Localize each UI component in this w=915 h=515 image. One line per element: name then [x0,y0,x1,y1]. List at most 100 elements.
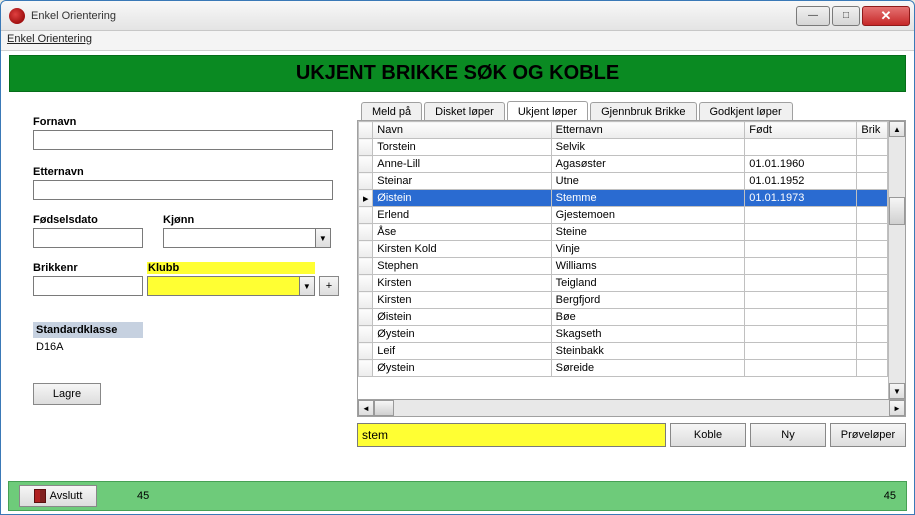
etternavn-input[interactable] [33,180,333,200]
cell-brik[interactable] [857,326,888,343]
cell-navn[interactable]: Erlend [373,207,551,224]
cell-etternavn[interactable]: Teigland [551,275,745,292]
cell-fodt[interactable] [745,326,857,343]
scroll-up-icon[interactable]: ▲ [889,121,905,137]
vertical-scrollbar[interactable]: ▲ ▼ [888,121,905,399]
cell-brik[interactable] [857,309,888,326]
cell-navn[interactable]: Leif [373,343,551,360]
horizontal-scrollbar[interactable]: ◄ ► [357,400,906,417]
cell-brik[interactable] [857,292,888,309]
cell-fodt[interactable]: 01.01.1952 [745,173,857,190]
search-input[interactable] [357,423,666,447]
cell-navn[interactable]: Stephen [373,258,551,275]
avslutt-button[interactable]: Avslutt [19,485,97,507]
tab-disket-loper[interactable]: Disket løper [424,102,505,120]
chevron-down-icon[interactable]: ▼ [299,276,315,296]
minimize-button[interactable]: — [796,6,830,26]
klubb-input[interactable] [147,276,299,296]
cell-etternavn[interactable]: Skagseth [551,326,745,343]
cell-brik[interactable] [857,139,888,156]
cell-etternavn[interactable]: Stemme [551,190,745,207]
cell-etternavn[interactable]: Selvik [551,139,745,156]
scroll-down-icon[interactable]: ▼ [889,383,905,399]
koble-button[interactable]: Koble [670,423,746,447]
cell-brik[interactable] [857,224,888,241]
cell-fodt[interactable] [745,360,857,377]
vscroll-thumb[interactable] [889,197,905,225]
proveloper-button[interactable]: Prøveløper [830,423,906,447]
table-row[interactable]: Anne-LillAgasøster01.01.1960 [359,156,888,173]
cell-navn[interactable]: Anne-Lill [373,156,551,173]
cell-fodt[interactable]: 01.01.1960 [745,156,857,173]
data-grid[interactable]: Navn Etternavn Født Brik TorsteinSelvikA… [358,121,888,399]
cell-fodt[interactable] [745,292,857,309]
cell-fodt[interactable] [745,309,857,326]
klubb-combo[interactable]: ▼ [147,276,315,296]
tab-ukjent-loper[interactable]: Ukjent løper [507,101,588,120]
cell-brik[interactable] [857,275,888,292]
cell-etternavn[interactable]: Steine [551,224,745,241]
maximize-button[interactable]: □ [832,6,860,26]
table-row[interactable]: ErlendGjestemoen [359,207,888,224]
cell-navn[interactable]: Kirsten [373,292,551,309]
table-row[interactable]: ÅseSteine [359,224,888,241]
kjonn-combo[interactable]: ▼ [163,228,331,248]
vscroll-track[interactable] [889,137,905,383]
chevron-down-icon[interactable]: ▼ [315,228,331,248]
cell-fodt[interactable] [745,258,857,275]
col-brik[interactable]: Brik [857,122,888,139]
cell-navn[interactable]: Kirsten Kold [373,241,551,258]
cell-etternavn[interactable]: Bøe [551,309,745,326]
cell-brik[interactable] [857,258,888,275]
cell-brik[interactable] [857,343,888,360]
cell-fodt[interactable] [745,207,857,224]
hscroll-track[interactable] [374,400,889,416]
table-row[interactable]: KirstenBergfjord [359,292,888,309]
cell-etternavn[interactable]: Utne [551,173,745,190]
cell-brik[interactable] [857,241,888,258]
scroll-left-icon[interactable]: ◄ [358,400,374,416]
add-klubb-button[interactable]: + [319,276,339,296]
kjonn-input[interactable] [163,228,315,248]
fornavn-input[interactable] [33,130,333,150]
scroll-right-icon[interactable]: ► [889,400,905,416]
table-row[interactable]: SteinarUtne01.01.1952 [359,173,888,190]
ny-button[interactable]: Ny [750,423,826,447]
table-row[interactable]: TorsteinSelvik [359,139,888,156]
cell-navn[interactable]: Øystein [373,360,551,377]
cell-fodt[interactable] [745,139,857,156]
table-row[interactable]: LeifSteinbakk [359,343,888,360]
table-row[interactable]: StephenWilliams [359,258,888,275]
col-etternavn[interactable]: Etternavn [551,122,745,139]
cell-etternavn[interactable]: Bergfjord [551,292,745,309]
cell-fodt[interactable] [745,275,857,292]
cell-etternavn[interactable]: Gjestemoen [551,207,745,224]
cell-navn[interactable]: Åse [373,224,551,241]
cell-fodt[interactable] [745,241,857,258]
menu-item-main[interactable]: Enkel Orientering [7,33,92,45]
cell-etternavn[interactable]: Williams [551,258,745,275]
tab-godkjent-loper[interactable]: Godkjent løper [699,102,793,120]
cell-fodt[interactable]: 01.01.1973 [745,190,857,207]
table-row[interactable]: ▸ØisteinStemme01.01.1973 [359,190,888,207]
table-row[interactable]: ØisteinBøe [359,309,888,326]
brikkenr-input[interactable] [33,276,143,296]
cell-brik[interactable] [857,173,888,190]
tab-meld-paa[interactable]: Meld på [361,102,422,120]
cell-brik[interactable] [857,360,888,377]
table-row[interactable]: KirstenTeigland [359,275,888,292]
fodselsdato-input[interactable] [33,228,143,248]
cell-fodt[interactable] [745,343,857,360]
cell-brik[interactable] [857,190,888,207]
cell-etternavn[interactable]: Steinbakk [551,343,745,360]
table-row[interactable]: Kirsten KoldVinje [359,241,888,258]
lagre-button[interactable]: Lagre [33,383,101,405]
cell-brik[interactable] [857,156,888,173]
cell-etternavn[interactable]: Vinje [551,241,745,258]
col-fodt[interactable]: Født [745,122,857,139]
tab-gjennbruk-brikke[interactable]: Gjennbruk Brikke [590,102,696,120]
cell-navn[interactable]: Øistein [373,190,551,207]
table-row[interactable]: ØysteinSkagseth [359,326,888,343]
cell-navn[interactable]: Øystein [373,326,551,343]
cell-etternavn[interactable]: Søreide [551,360,745,377]
